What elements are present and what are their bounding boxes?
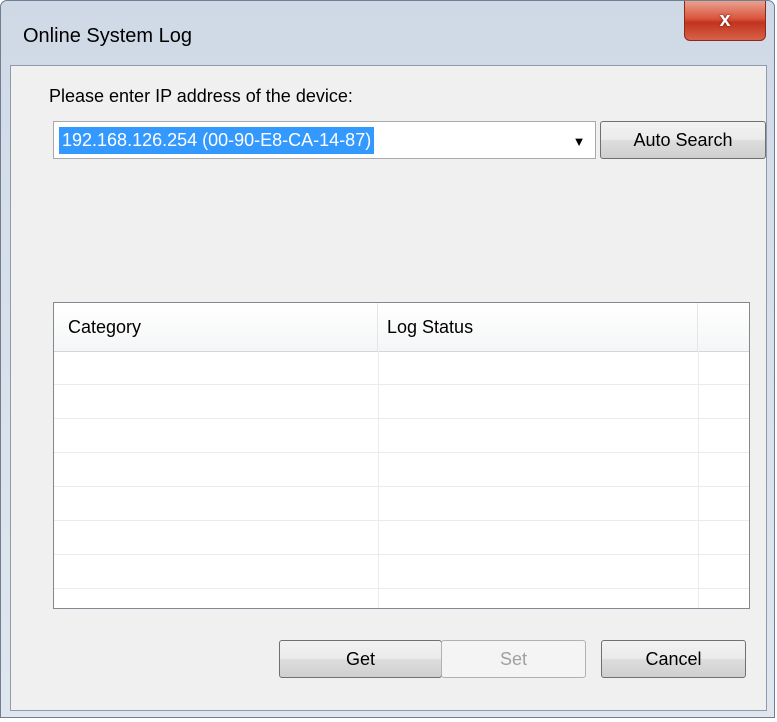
column-divider: [698, 351, 699, 608]
empty-row: [54, 555, 749, 589]
log-list-view[interactable]: Category Log Status: [53, 302, 750, 609]
ip-address-combobox[interactable]: 192.168.126.254 (00-90-E8-CA-14-87) ▼: [53, 121, 596, 159]
list-header: Category Log Status: [54, 303, 749, 352]
window-title: Online System Log: [23, 25, 192, 47]
empty-row: [54, 521, 749, 555]
empty-row: [54, 385, 749, 419]
empty-row: [54, 487, 749, 521]
empty-row: [54, 453, 749, 487]
title-bar[interactable]: Online System Log x: [1, 1, 774, 65]
ip-address-label: Please enter IP address of the device:: [49, 86, 353, 106]
column-header-log-status[interactable]: Log Status: [378, 303, 698, 351]
close-button[interactable]: x: [684, 1, 766, 41]
set-button: Set: [441, 640, 586, 678]
auto-search-button[interactable]: Auto Search: [600, 121, 766, 159]
dialog-client-area: Please enter IP address of the device: 1…: [10, 65, 767, 711]
empty-row: [54, 419, 749, 453]
list-body[interactable]: [54, 351, 749, 608]
ip-address-value[interactable]: 192.168.126.254 (00-90-E8-CA-14-87): [59, 127, 375, 154]
column-header-category[interactable]: Category: [54, 303, 378, 351]
dialog-window: Online System Log x Please enter IP addr…: [0, 0, 775, 718]
cancel-button[interactable]: Cancel: [601, 640, 746, 678]
chevron-down-icon[interactable]: ▼: [569, 132, 589, 150]
empty-row: [54, 589, 749, 608]
get-button[interactable]: Get: [279, 640, 442, 678]
column-divider: [378, 351, 379, 608]
empty-row: [54, 351, 749, 385]
column-header-filler: [698, 303, 749, 351]
close-icon: x: [719, 9, 731, 31]
